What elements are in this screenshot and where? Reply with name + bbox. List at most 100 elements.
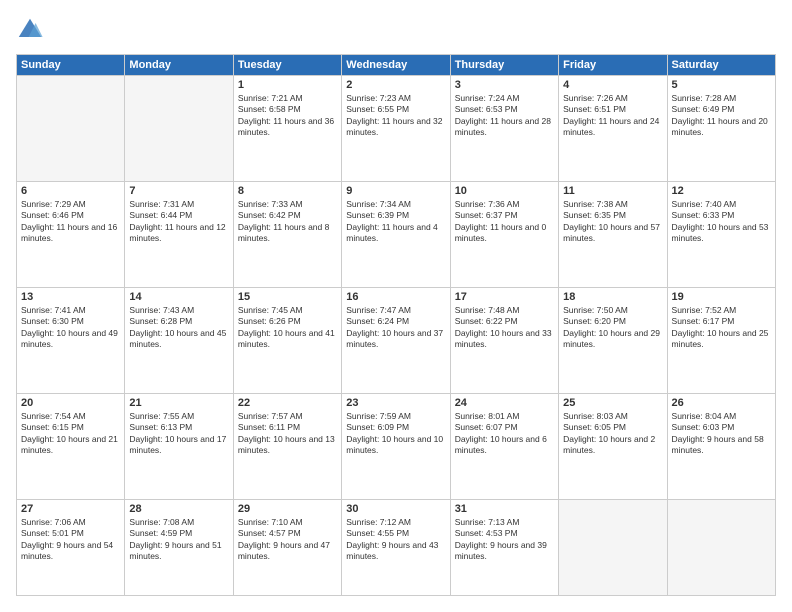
- calendar-week-3: 13Sunrise: 7:41 AM Sunset: 6:30 PM Dayli…: [17, 287, 776, 393]
- day-info: Sunrise: 7:54 AM Sunset: 6:15 PM Dayligh…: [21, 411, 120, 457]
- calendar-week-4: 20 Sunrise: 7:54 AM Sunset: 6:15 PM Dayli…: [17, 393, 776, 499]
- calendar-cell: 13Sunrise: 7:41 AM Sunset: 6:30 PM Dayli…: [17, 287, 125, 393]
- calendar-cell: 31 Sunrise: 7:13 AM Sunset: 4:53 PM Dayli…: [450, 499, 558, 595]
- day-info: Sunrise: 7:13 AM Sunset: 4:53 PM Dayligh…: [455, 517, 554, 563]
- calendar-week-2: 6Sunrise: 7:29 AM Sunset: 6:46 PM Daylig…: [17, 181, 776, 287]
- day-number: 4: [563, 79, 662, 91]
- calendar-cell: 28 Sunrise: 7:08 AM Sunset: 4:59 PM Dayli…: [125, 499, 233, 595]
- weekday-header-row: SundayMondayTuesdayWednesdayThursdayFrid…: [17, 55, 776, 76]
- day-number: 18: [563, 291, 662, 303]
- page: SundayMondayTuesdayWednesdayThursdayFrid…: [0, 0, 792, 612]
- day-info: Sunrise: 7:48 AM Sunset: 6:22 PM Dayligh…: [455, 305, 554, 351]
- logo-icon: [16, 16, 44, 44]
- calendar-cell: 18 Sunrise: 7:50 AM Sunset: 6:20 PM Dayli…: [559, 287, 667, 393]
- day-info: Sunrise: 7:52 AM Sunset: 6:17 PM Dayligh…: [672, 305, 771, 351]
- day-number: 26: [672, 397, 771, 409]
- day-info: Sunrise: 7:33 AM Sunset: 6:42 PM Dayligh…: [238, 199, 337, 245]
- calendar-cell: [125, 76, 233, 182]
- day-info: Sunrise: 7:28 AM Sunset: 6:49 PM Dayligh…: [672, 93, 771, 139]
- day-number: 17: [455, 291, 554, 303]
- day-info: Sunrise: 7:36 AM Sunset: 6:37 PM Dayligh…: [455, 199, 554, 245]
- day-info: Sunrise: 7:34 AM Sunset: 6:39 PM Dayligh…: [346, 199, 445, 245]
- day-info: Sunrise: 7:50 AM Sunset: 6:20 PM Dayligh…: [563, 305, 662, 351]
- day-number: 25: [563, 397, 662, 409]
- day-number: 14: [129, 291, 228, 303]
- calendar-cell: 26Sunrise: 8:04 AM Sunset: 6:03 PM Dayli…: [667, 393, 775, 499]
- logo: [16, 16, 48, 44]
- day-info: Sunrise: 7:40 AM Sunset: 6:33 PM Dayligh…: [672, 199, 771, 245]
- calendar-cell: 2 Sunrise: 7:23 AM Sunset: 6:55 PM Daylig…: [342, 76, 450, 182]
- calendar-week-1: 1Sunrise: 7:21 AM Sunset: 6:58 PM Daylig…: [17, 76, 776, 182]
- calendar-cell: 10 Sunrise: 7:36 AM Sunset: 6:37 PM Dayli…: [450, 181, 558, 287]
- day-info: Sunrise: 8:01 AM Sunset: 6:07 PM Dayligh…: [455, 411, 554, 457]
- day-number: 21: [129, 397, 228, 409]
- day-number: 22: [238, 397, 337, 409]
- day-info: Sunrise: 7:57 AM Sunset: 6:11 PM Dayligh…: [238, 411, 337, 457]
- calendar-cell: 3 Sunrise: 7:24 AM Sunset: 6:53 PM Daylig…: [450, 76, 558, 182]
- day-number: 12: [672, 185, 771, 197]
- calendar-cell: 11 Sunrise: 7:38 AM Sunset: 6:35 PM Dayli…: [559, 181, 667, 287]
- day-info: Sunrise: 7:26 AM Sunset: 6:51 PM Dayligh…: [563, 93, 662, 139]
- weekday-monday: Monday: [125, 55, 233, 76]
- calendar-week-5: 27Sunrise: 7:06 AM Sunset: 5:01 PM Dayli…: [17, 499, 776, 595]
- calendar-cell: 1Sunrise: 7:21 AM Sunset: 6:58 PM Daylig…: [233, 76, 341, 182]
- day-number: 13: [21, 291, 120, 303]
- day-info: Sunrise: 7:10 AM Sunset: 4:57 PM Dayligh…: [238, 517, 337, 563]
- calendar-cell: [17, 76, 125, 182]
- calendar-cell: 14Sunrise: 7:43 AM Sunset: 6:28 PM Dayli…: [125, 287, 233, 393]
- weekday-friday: Friday: [559, 55, 667, 76]
- day-number: 28: [129, 503, 228, 515]
- day-number: 30: [346, 503, 445, 515]
- day-info: Sunrise: 7:29 AM Sunset: 6:46 PM Dayligh…: [21, 199, 120, 245]
- day-number: 31: [455, 503, 554, 515]
- calendar-cell: 23Sunrise: 7:59 AM Sunset: 6:09 PM Dayli…: [342, 393, 450, 499]
- calendar-cell: 27Sunrise: 7:06 AM Sunset: 5:01 PM Dayli…: [17, 499, 125, 595]
- header: [16, 16, 776, 44]
- day-number: 8: [238, 185, 337, 197]
- weekday-sunday: Sunday: [17, 55, 125, 76]
- day-number: 9: [346, 185, 445, 197]
- weekday-tuesday: Tuesday: [233, 55, 341, 76]
- day-number: 27: [21, 503, 120, 515]
- day-number: 20: [21, 397, 120, 409]
- calendar-cell: 9 Sunrise: 7:34 AM Sunset: 6:39 PM Daylig…: [342, 181, 450, 287]
- day-number: 19: [672, 291, 771, 303]
- calendar-cell: 16 Sunrise: 7:47 AM Sunset: 6:24 PM Dayli…: [342, 287, 450, 393]
- day-info: Sunrise: 7:47 AM Sunset: 6:24 PM Dayligh…: [346, 305, 445, 351]
- day-info: Sunrise: 7:31 AM Sunset: 6:44 PM Dayligh…: [129, 199, 228, 245]
- day-info: Sunrise: 7:45 AM Sunset: 6:26 PM Dayligh…: [238, 305, 337, 351]
- day-info: Sunrise: 8:03 AM Sunset: 6:05 PM Dayligh…: [563, 411, 662, 457]
- calendar-cell: 25 Sunrise: 8:03 AM Sunset: 6:05 PM Dayli…: [559, 393, 667, 499]
- day-number: 5: [672, 79, 771, 91]
- day-info: Sunrise: 7:55 AM Sunset: 6:13 PM Dayligh…: [129, 411, 228, 457]
- calendar-cell: [559, 499, 667, 595]
- day-number: 29: [238, 503, 337, 515]
- calendar-cell: 20 Sunrise: 7:54 AM Sunset: 6:15 PM Dayli…: [17, 393, 125, 499]
- day-number: 2: [346, 79, 445, 91]
- day-info: Sunrise: 7:24 AM Sunset: 6:53 PM Dayligh…: [455, 93, 554, 139]
- day-number: 3: [455, 79, 554, 91]
- day-number: 15: [238, 291, 337, 303]
- day-info: Sunrise: 7:23 AM Sunset: 6:55 PM Dayligh…: [346, 93, 445, 139]
- day-number: 16: [346, 291, 445, 303]
- calendar-cell: 4 Sunrise: 7:26 AM Sunset: 6:51 PM Daylig…: [559, 76, 667, 182]
- weekday-thursday: Thursday: [450, 55, 558, 76]
- calendar-cell: 29 Sunrise: 7:10 AM Sunset: 4:57 PM Dayli…: [233, 499, 341, 595]
- calendar-cell: 24 Sunrise: 8:01 AM Sunset: 6:07 PM Dayli…: [450, 393, 558, 499]
- calendar-cell: 30Sunrise: 7:12 AM Sunset: 4:55 PM Dayli…: [342, 499, 450, 595]
- day-number: 10: [455, 185, 554, 197]
- calendar-cell: 7 Sunrise: 7:31 AM Sunset: 6:44 PM Daylig…: [125, 181, 233, 287]
- calendar-header: SundayMondayTuesdayWednesdayThursdayFrid…: [17, 55, 776, 76]
- calendar-table: SundayMondayTuesdayWednesdayThursdayFrid…: [16, 54, 776, 596]
- calendar-cell: 6Sunrise: 7:29 AM Sunset: 6:46 PM Daylig…: [17, 181, 125, 287]
- day-number: 24: [455, 397, 554, 409]
- day-number: 7: [129, 185, 228, 197]
- calendar-cell: 17 Sunrise: 7:48 AM Sunset: 6:22 PM Dayli…: [450, 287, 558, 393]
- day-info: Sunrise: 7:08 AM Sunset: 4:59 PM Dayligh…: [129, 517, 228, 563]
- calendar-body: 1Sunrise: 7:21 AM Sunset: 6:58 PM Daylig…: [17, 76, 776, 596]
- day-info: Sunrise: 7:21 AM Sunset: 6:58 PM Dayligh…: [238, 93, 337, 139]
- calendar-cell: 15 Sunrise: 7:45 AM Sunset: 6:26 PM Dayli…: [233, 287, 341, 393]
- day-info: Sunrise: 7:38 AM Sunset: 6:35 PM Dayligh…: [563, 199, 662, 245]
- calendar-cell: 5 Sunrise: 7:28 AM Sunset: 6:49 PM Daylig…: [667, 76, 775, 182]
- day-number: 11: [563, 185, 662, 197]
